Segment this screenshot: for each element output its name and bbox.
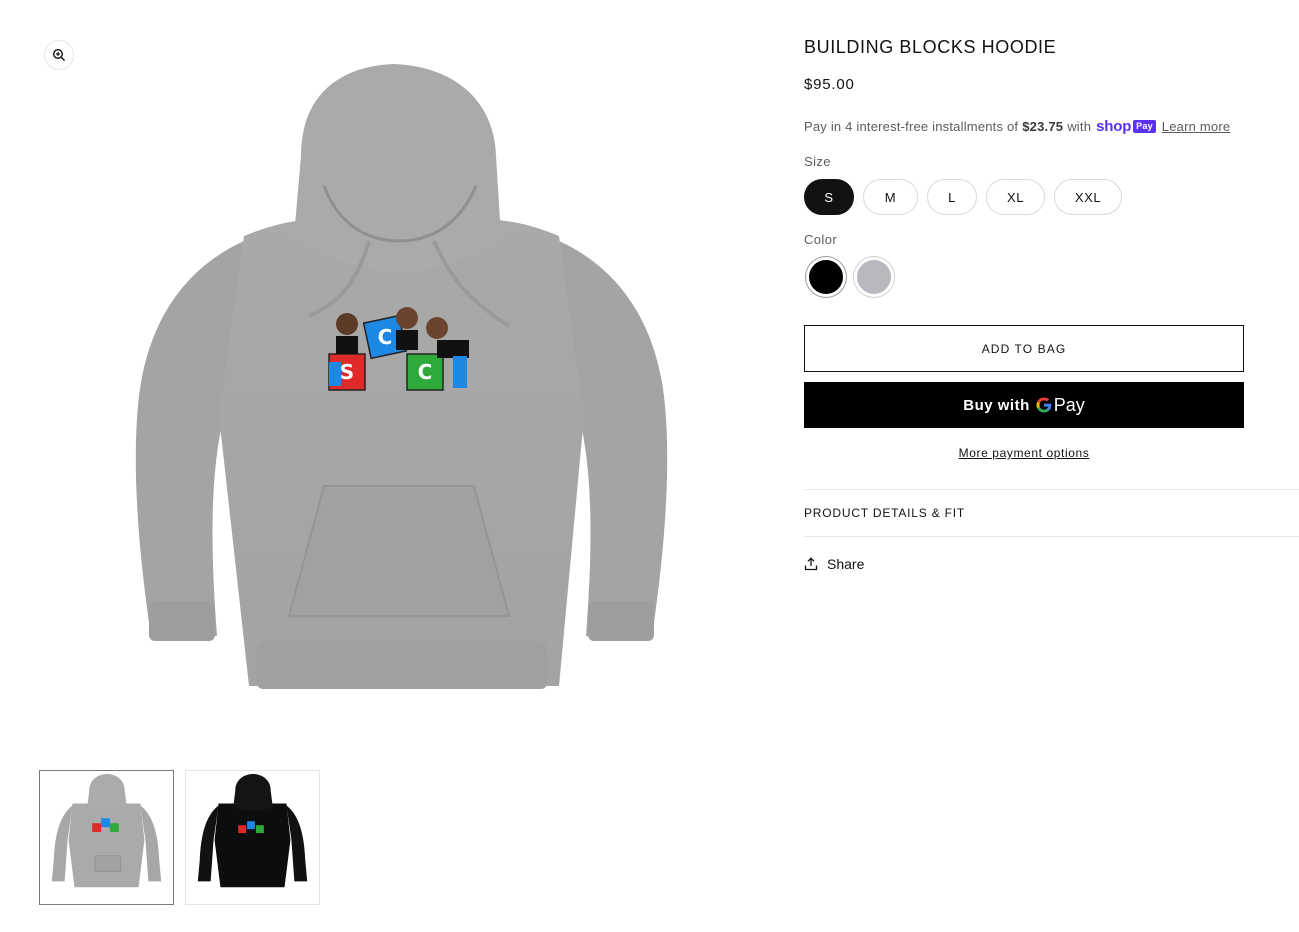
product-details-accordion[interactable]: PRODUCT DETAILS & FIT (804, 506, 965, 520)
google-pay-logo: Pay (1036, 395, 1085, 416)
size-selector: S M L XL XXL (804, 179, 1122, 215)
size-label: Size (804, 154, 831, 169)
hoodie-main-image[interactable]: S C C (39, 36, 764, 736)
size-option-s[interactable]: S (804, 179, 854, 215)
share-label: Share (827, 556, 865, 572)
shop-pay-logo: shop Pay (1096, 118, 1156, 135)
installments-with: with (1067, 119, 1092, 134)
learn-more-link[interactable]: Learn more (1162, 119, 1230, 134)
divider (804, 536, 1299, 537)
size-option-xl[interactable]: XL (986, 179, 1045, 215)
thumbnail-black[interactable] (185, 770, 320, 905)
zoom-button[interactable] (44, 40, 74, 70)
thumbnail-list (39, 770, 320, 905)
divider (804, 489, 1299, 490)
graphic-letter-s: S (340, 360, 354, 384)
color-selector (806, 257, 894, 297)
product-price: $95.00 (804, 76, 855, 93)
add-to-bag-button[interactable]: ADD TO BAG (804, 325, 1244, 372)
thumbnail-gray[interactable] (39, 770, 174, 905)
color-swatch-black[interactable] (806, 257, 846, 297)
graphic-letter-c-top: C (378, 325, 393, 349)
zoom-icon (52, 48, 66, 62)
size-option-l[interactable]: L (927, 179, 977, 215)
shop-pay-logo-word: shop (1096, 118, 1132, 135)
gpay-pay-label: Pay (1053, 394, 1085, 415)
installments-amount: $23.75 (1022, 119, 1064, 134)
shop-pay-logo-pay: Pay (1133, 120, 1156, 133)
more-payment-options-link[interactable]: More payment options (804, 446, 1244, 460)
color-label: Color (804, 232, 838, 247)
product-title: BUILDING BLOCKS HOODIE (804, 37, 1057, 57)
buy-with-gpay-button[interactable]: Buy with Pay (804, 382, 1244, 428)
graphic-letter-c-right: C (418, 360, 433, 384)
buy-with-label: Buy with (963, 396, 1030, 414)
share-icon (804, 557, 818, 571)
size-option-m[interactable]: M (863, 179, 918, 215)
installments-banner: Pay in 4 interest-free installments of $… (804, 118, 1230, 135)
color-swatch-gray[interactable] (854, 257, 894, 297)
share-button[interactable]: Share (804, 556, 864, 572)
product-media: S C C (39, 36, 764, 736)
installments-text: Pay in 4 interest-free installments of (804, 119, 1019, 134)
google-g-logo (1036, 397, 1052, 413)
size-option-xxl[interactable]: XXL (1054, 179, 1122, 215)
